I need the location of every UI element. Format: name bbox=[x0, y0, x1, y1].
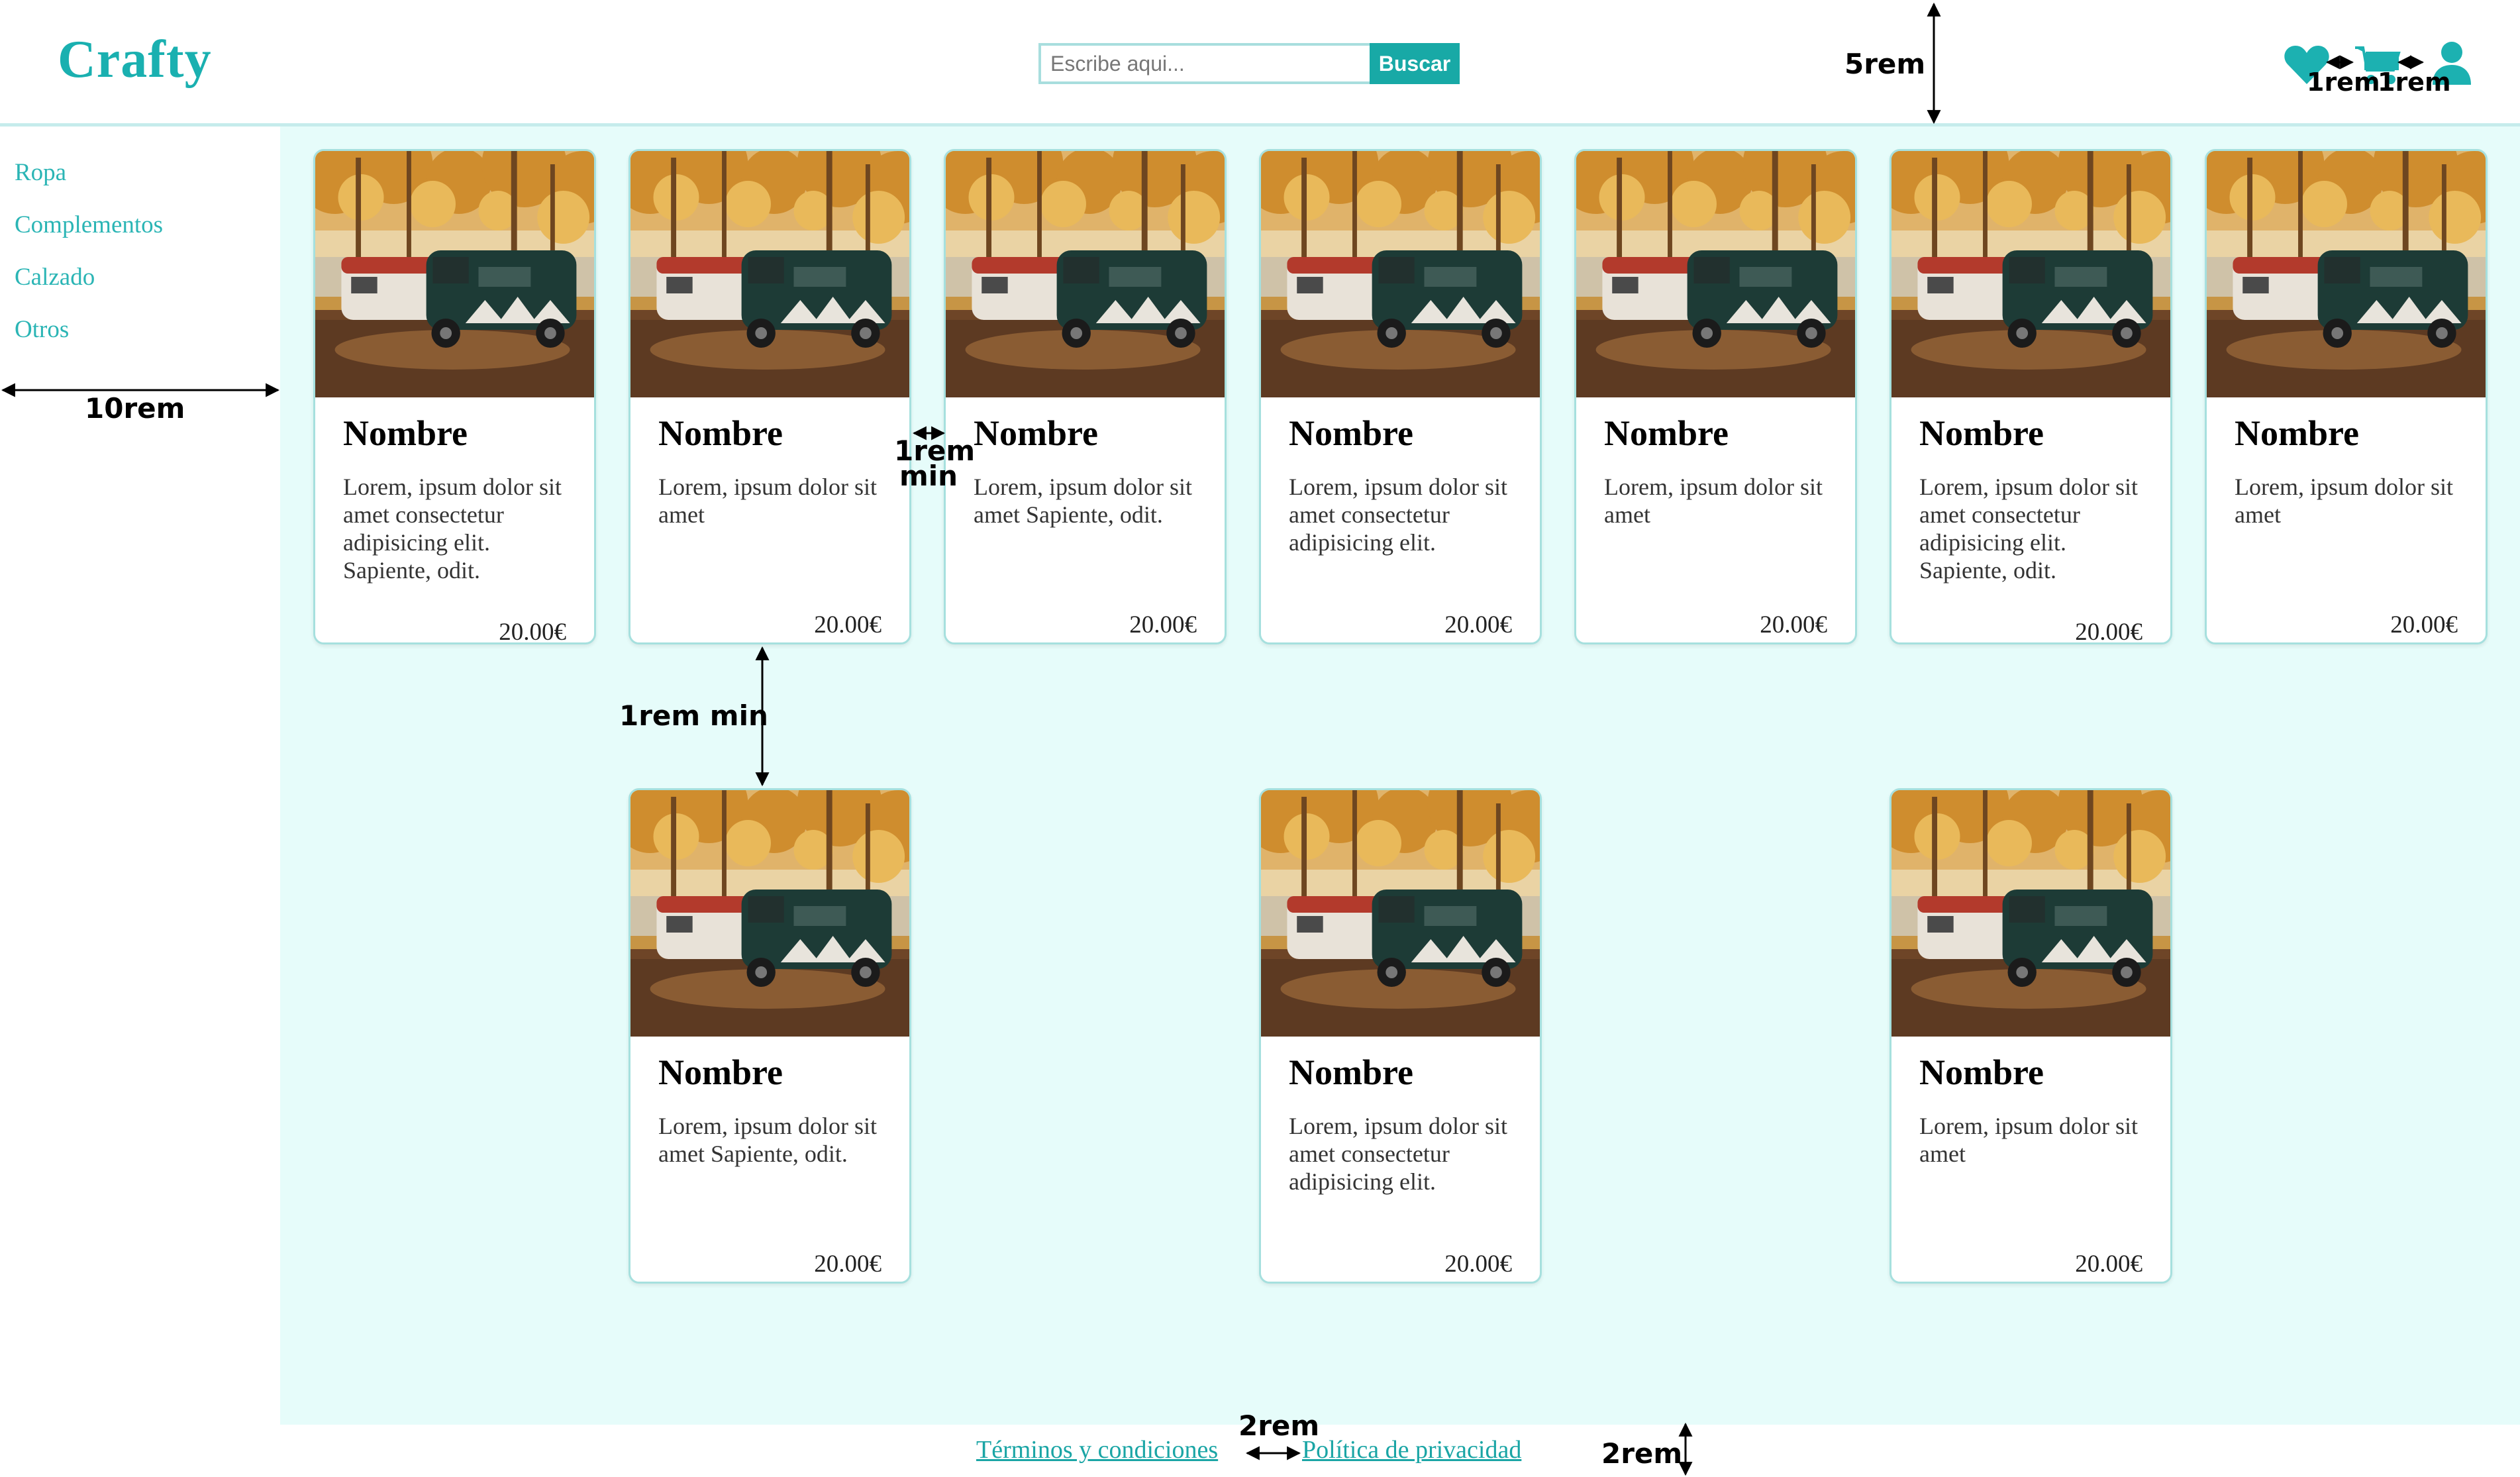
product-image bbox=[2207, 151, 2486, 397]
product-card[interactable]: Nombre Lorem, ipsum dolor sit amet Sapie… bbox=[944, 149, 1227, 644]
header-height-annotation: 5rem bbox=[1844, 48, 1926, 80]
card-gap-h-annotation: 1rem min bbox=[894, 434, 976, 492]
product-name: Nombre bbox=[1289, 413, 1413, 453]
product-card[interactable]: Nombre Lorem, ipsum dolor sit amet conse… bbox=[1259, 788, 1542, 1284]
product-price: 20.00€ bbox=[2075, 619, 2142, 644]
sidebar-item-ropa[interactable]: Ropa bbox=[15, 158, 66, 187]
product-description: Lorem, ipsum dolor sit amet bbox=[2235, 474, 2453, 528]
search-form: Buscar bbox=[1038, 43, 1460, 84]
product-description: Lorem, ipsum dolor sit amet consectetur … bbox=[1919, 474, 2138, 584]
sidebar-item-complementos[interactable]: Complementos bbox=[15, 211, 163, 239]
product-price: 20.00€ bbox=[499, 619, 566, 644]
product-description: Lorem, ipsum dolor sit amet consectetur … bbox=[1289, 1113, 1507, 1195]
site-header: Crafty Buscar bbox=[0, 0, 2520, 127]
sidebar-item-calzado[interactable]: Calzado bbox=[15, 263, 95, 291]
search-button[interactable]: Buscar bbox=[1370, 43, 1460, 84]
product-image bbox=[1261, 151, 1540, 397]
product-name: Nombre bbox=[2235, 413, 2359, 453]
product-name: Nombre bbox=[1919, 413, 2044, 453]
product-description: Lorem, ipsum dolor sit amet consectetur … bbox=[1289, 474, 1507, 556]
product-price: 20.00€ bbox=[1444, 611, 1512, 638]
product-card[interactable]: Nombre Lorem, ipsum dolor sit amet 20.00… bbox=[2205, 149, 2488, 644]
sidebar-width-annotation: 10rem bbox=[85, 392, 185, 425]
product-description: Lorem, ipsum dolor sit amet Sapiente, od… bbox=[658, 1113, 877, 1167]
product-card[interactable]: Nombre Lorem, ipsum dolor sit amet conse… bbox=[313, 149, 596, 644]
product-card[interactable]: Nombre Lorem, ipsum dolor sit amet Sapie… bbox=[629, 788, 911, 1284]
product-name: Nombre bbox=[1604, 413, 1729, 453]
product-image bbox=[1261, 790, 1540, 1037]
product-price: 20.00€ bbox=[2390, 611, 2458, 638]
product-price: 20.00€ bbox=[814, 1250, 882, 1278]
product-image bbox=[1891, 790, 2170, 1037]
product-card[interactable]: Nombre Lorem, ipsum dolor sit amet 20.00… bbox=[1890, 788, 2172, 1284]
product-price: 20.00€ bbox=[1129, 611, 1197, 638]
product-description: Lorem, ipsum dolor sit amet bbox=[1604, 474, 1823, 528]
terms-link[interactable]: Términos y condiciones bbox=[976, 1435, 1218, 1464]
card-gap-v-annotation: 1rem min bbox=[619, 699, 768, 732]
privacy-link[interactable]: Política de privacidad bbox=[1302, 1435, 1521, 1464]
product-name: Nombre bbox=[974, 413, 1098, 453]
product-name: Nombre bbox=[1919, 1052, 2044, 1092]
site-logo[interactable]: Crafty bbox=[58, 30, 212, 90]
product-card[interactable]: Nombre Lorem, ipsum dolor sit amet conse… bbox=[1890, 149, 2172, 644]
footer-gap-annotation: 2rem bbox=[1238, 1409, 1320, 1442]
product-image bbox=[1576, 151, 1855, 397]
product-grid: Nombre Lorem, ipsum dolor sit amet conse… bbox=[280, 127, 2520, 1425]
product-description: Lorem, ipsum dolor sit amet Sapiente, od… bbox=[974, 474, 1192, 528]
icon-gap-annotation-2: 1rem bbox=[2378, 68, 2451, 97]
product-price: 20.00€ bbox=[1444, 1250, 1512, 1278]
product-price: 20.00€ bbox=[814, 611, 882, 638]
product-description: Lorem, ipsum dolor sit amet bbox=[1919, 1113, 2138, 1167]
sidebar-item-otros[interactable]: Otros bbox=[15, 315, 69, 344]
product-card[interactable]: Nombre Lorem, ipsum dolor sit amet conse… bbox=[1259, 149, 1542, 644]
product-description: Lorem, ipsum dolor sit amet bbox=[658, 474, 877, 528]
product-image bbox=[946, 151, 1225, 397]
search-input[interactable] bbox=[1038, 43, 1370, 84]
product-name: Nombre bbox=[343, 413, 468, 453]
product-image bbox=[630, 151, 909, 397]
product-price: 20.00€ bbox=[1760, 611, 1827, 638]
product-image bbox=[1891, 151, 2170, 397]
product-name: Nombre bbox=[658, 1052, 783, 1092]
product-name: Nombre bbox=[658, 413, 783, 453]
icon-gap-annotation-1: 1rem bbox=[2307, 68, 2380, 97]
product-description: Lorem, ipsum dolor sit amet consectetur … bbox=[343, 474, 562, 584]
product-name: Nombre bbox=[1289, 1052, 1413, 1092]
category-sidebar: Ropa Complementos Calzado Otros bbox=[0, 127, 280, 1425]
product-image bbox=[630, 790, 909, 1037]
product-price: 20.00€ bbox=[2075, 1250, 2142, 1278]
product-card[interactable]: Nombre Lorem, ipsum dolor sit amet 20.00… bbox=[1574, 149, 1857, 644]
product-card[interactable]: Nombre Lorem, ipsum dolor sit amet 20.00… bbox=[629, 149, 911, 644]
footer-height-annotation: 2rem bbox=[1601, 1437, 1683, 1470]
product-image bbox=[315, 151, 594, 397]
